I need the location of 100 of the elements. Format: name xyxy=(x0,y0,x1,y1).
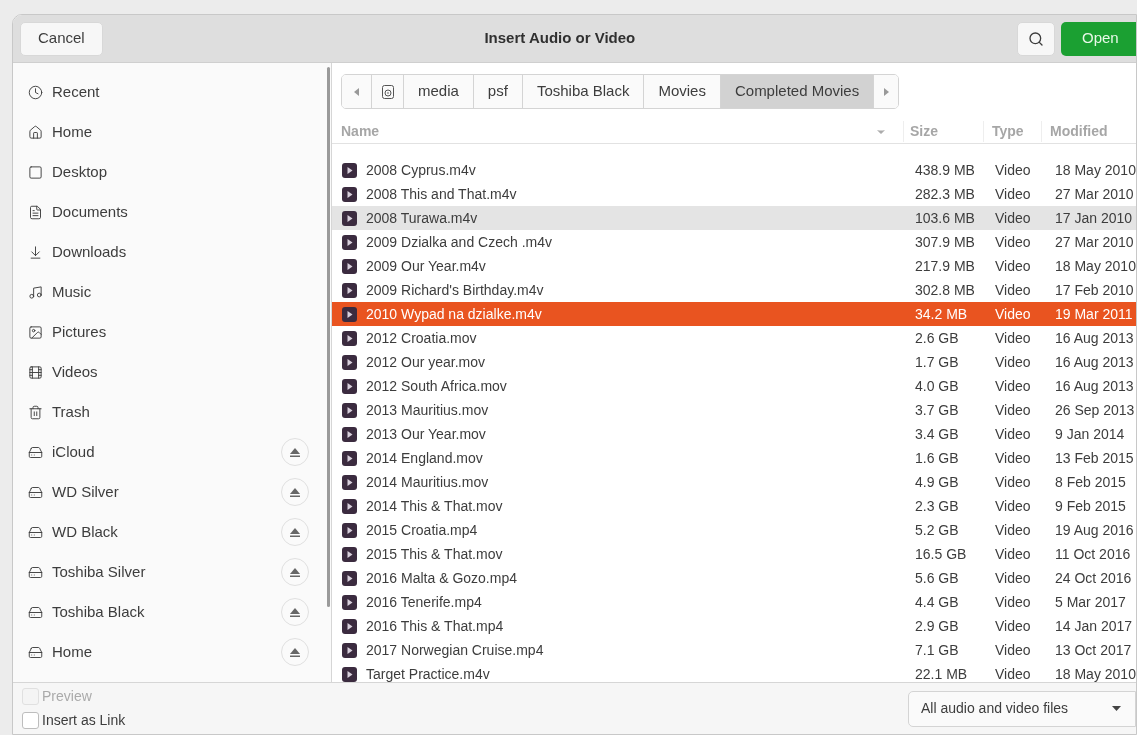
file-row[interactable]: 2017 Norwegian Cruise.mp4 7.1 GB Video 13 Oct 2017 xyxy=(332,638,1136,662)
sidebar-item[interactable]: Downloads xyxy=(52,240,309,264)
file-type-dropdown[interactable]: All audio and video files xyxy=(908,690,1136,727)
file-row[interactable]: 2014 This & That.mov 2.3 GB Video 9 Feb 2015 xyxy=(332,494,1136,518)
file-type: Video xyxy=(995,496,1032,516)
file-name: Target Practice.m4v xyxy=(366,664,491,682)
file-size: 3.4 GB xyxy=(915,424,960,444)
path-segment[interactable]: Toshiba Black xyxy=(522,75,645,108)
scrollbar[interactable] xyxy=(327,67,330,607)
file-name: 2014 This & That.mov xyxy=(366,496,504,516)
sidebar-item[interactable]: iCloud xyxy=(52,440,281,464)
file-type: Video xyxy=(995,592,1032,612)
file-name: 2009 Our Year.m4v xyxy=(366,256,487,276)
drive-icon xyxy=(28,444,43,460)
sidebar-item[interactable]: Documents xyxy=(52,200,309,224)
video-file-icon xyxy=(342,258,357,274)
file-name: 2009 Richard's Birthday.m4v xyxy=(366,280,545,300)
sidebar-item[interactable]: Trash xyxy=(52,400,309,424)
file-row[interactable]: 2016 Malta & Gozo.mp4 5.6 GB Video 24 Oct 2016 xyxy=(332,566,1136,590)
file-row[interactable]: 2008 This and That.m4v 282.3 MB Video 27 Mar 2010 xyxy=(332,182,1136,206)
pictures-icon xyxy=(28,324,43,340)
file-modified: 9 Feb 2015 xyxy=(1055,496,1126,516)
path-segment[interactable]: Movies xyxy=(644,75,721,108)
file-row[interactable]: 2015 This & That.mov 16.5 GB Video 11 Oct 2016 xyxy=(332,542,1136,566)
file-row[interactable]: 2012 Croatia.mov 2.6 GB Video 16 Aug 2013 xyxy=(332,326,1136,350)
file-type: Video xyxy=(995,328,1032,348)
drive-icon xyxy=(28,644,43,660)
eject-icon xyxy=(290,647,300,657)
file-modified: 18 May 2010 xyxy=(1055,160,1136,180)
sidebar-item[interactable]: Recent xyxy=(52,80,309,104)
file-row[interactable]: 2009 Richard's Birthday.m4v 302.8 MB Video 17 Feb 2010 xyxy=(332,278,1136,302)
file-row[interactable]: 2010 Wypad na dzialke.m4v 34.2 MB Video 19 Mar 2011 xyxy=(332,302,1136,326)
file-type: Video xyxy=(995,400,1032,420)
sidebar-item[interactable]: Toshiba Black xyxy=(52,600,281,624)
documents-icon xyxy=(28,204,43,220)
eject-icon xyxy=(290,527,300,537)
trash-icon xyxy=(28,404,43,420)
file-row[interactable]: 2015 Croatia.mp4 5.2 GB Video 19 Aug 2016 xyxy=(332,518,1136,542)
file-name: 2016 Malta & Gozo.mp4 xyxy=(366,568,518,588)
file-modified: 9 Jan 2014 xyxy=(1055,424,1125,444)
sidebar-item[interactable]: Home xyxy=(52,640,281,664)
home-icon xyxy=(28,124,43,140)
file-row[interactable]: 2009 Our Year.m4v 217.9 MB Video 18 May 2010 xyxy=(332,254,1136,278)
sidebar-item[interactable]: Toshiba Silver xyxy=(52,560,281,584)
file-name: 2016 Tenerife.mp4 xyxy=(366,592,483,612)
file-modified: 16 Aug 2013 xyxy=(1055,376,1134,396)
file-row[interactable]: 2016 This & That.mp4 2.9 GB Video 14 Jan 2017 xyxy=(332,614,1136,638)
file-size: 1.6 GB xyxy=(915,448,960,468)
right-triangle-icon xyxy=(883,87,889,96)
file-type: Video xyxy=(995,376,1032,396)
file-size: 217.9 MB xyxy=(915,256,976,276)
file-type: Video xyxy=(995,160,1032,180)
file-name: 2017 Norwegian Cruise.mp4 xyxy=(366,640,545,660)
file-type: Video xyxy=(995,616,1032,636)
sidebar-item[interactable]: Music xyxy=(52,280,309,304)
file-size: 4.4 GB xyxy=(915,592,960,612)
eject-icon xyxy=(290,487,300,497)
file-type: Video xyxy=(995,568,1032,588)
sidebar-item[interactable]: Desktop xyxy=(52,160,309,184)
file-name: 2012 South Africa.mov xyxy=(366,376,508,396)
search-button[interactable] xyxy=(1017,21,1055,56)
video-file-icon xyxy=(342,354,357,370)
file-row[interactable]: 2012 South Africa.mov 4.0 GB Video 16 Aug 2013 xyxy=(332,374,1136,398)
file-row[interactable]: 2009 Dzialka and Czech .m4v 307.9 MB Video 27 Mar 2010 xyxy=(332,230,1136,254)
file-name: 2014 Mauritius.mov xyxy=(366,472,490,492)
file-modified: 19 Mar 2011 xyxy=(1055,304,1133,324)
cancel-button[interactable]: Cancel xyxy=(20,21,103,56)
file-modified: 18 May 2010 xyxy=(1055,256,1136,276)
sidebar-item[interactable]: Videos xyxy=(52,360,309,384)
eject-icon xyxy=(290,447,300,457)
file-type: Video xyxy=(995,232,1032,252)
sidebar-item[interactable]: WD Black xyxy=(52,520,281,544)
file-row[interactable]: 2013 Our Year.mov 3.4 GB Video 9 Jan 2014 xyxy=(332,422,1136,446)
file-row[interactable]: 2008 Cyprus.m4v 438.9 MB Video 18 May 2010 xyxy=(332,158,1136,182)
sidebar-item[interactable]: Home xyxy=(52,120,309,144)
file-modified: 13 Oct 2017 xyxy=(1055,640,1132,660)
file-row[interactable]: 2008 Turawa.m4v 103.6 MB Video 17 Jan 2010 xyxy=(332,206,1136,230)
video-file-icon xyxy=(342,210,357,226)
file-row[interactable]: 2014 Mauritius.mov 4.9 GB Video 8 Feb 2015 xyxy=(332,470,1136,494)
file-modified: 17 Feb 2010 xyxy=(1055,280,1134,300)
disk-button[interactable] xyxy=(372,75,404,108)
video-file-icon xyxy=(342,162,357,178)
file-type: Video xyxy=(995,640,1032,660)
path-segment[interactable]: media xyxy=(404,75,474,108)
path-segment[interactable]: Completed Movies xyxy=(720,75,875,108)
sidebar-item[interactable]: Pictures xyxy=(52,320,309,344)
path-segment[interactable]: psf xyxy=(473,75,523,108)
file-row[interactable]: 2013 Mauritius.mov 3.7 GB Video 26 Sep 2013 xyxy=(332,398,1136,422)
video-file-icon xyxy=(342,282,357,298)
file-row[interactable]: 2012 Our year.mov 1.7 GB Video 16 Aug 2013 xyxy=(332,350,1136,374)
file-row[interactable]: 2016 Tenerife.mp4 4.4 GB Video 5 Mar 2017 xyxy=(332,590,1136,614)
video-file-icon xyxy=(342,498,357,514)
sidebar-item[interactable]: WD Silver xyxy=(52,480,281,504)
file-row[interactable]: 2014 England.mov 1.6 GB Video 13 Feb 2015 xyxy=(332,446,1136,470)
drive-icon xyxy=(28,524,43,540)
checkbox-label: Preview xyxy=(42,687,92,706)
file-size: 282.3 MB xyxy=(915,184,976,204)
file-row[interactable]: Target Practice.m4v 22.1 MB Video 18 May 2010 xyxy=(332,662,1136,682)
dropdown-arrow-icon xyxy=(1112,706,1121,711)
checkbox[interactable] xyxy=(22,712,39,729)
